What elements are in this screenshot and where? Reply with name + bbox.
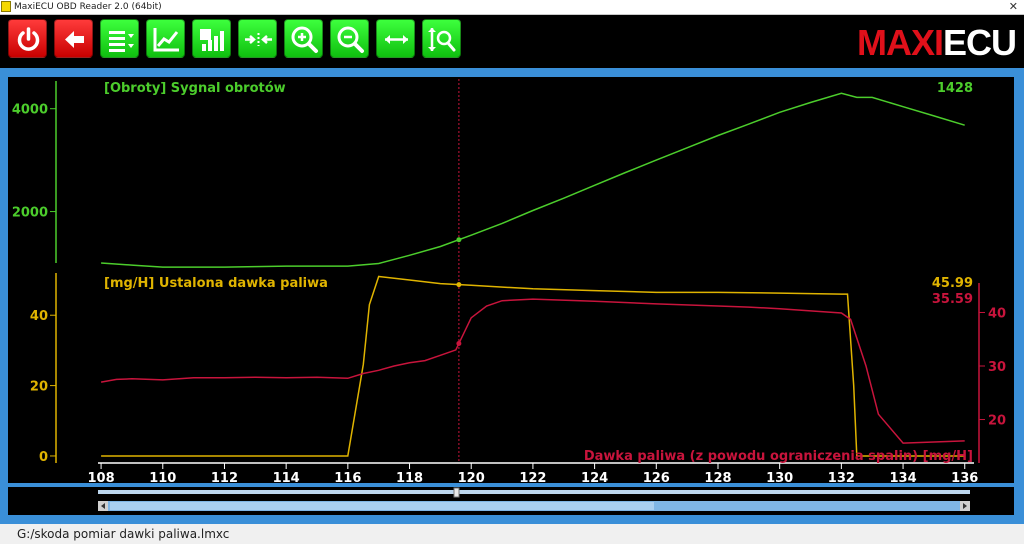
line-chart-button[interactable] <box>146 19 185 58</box>
fuel-set-series-line <box>101 275 965 457</box>
window-title: MaxiECU OBD Reader 2.0 (64bit) <box>14 2 162 12</box>
fuel-limit-series-line <box>100 298 965 444</box>
timeline-scrollbar-thumb[interactable] <box>110 502 654 510</box>
fuel-set-current-value: 45.99 <box>932 276 973 291</box>
rpm-series-line <box>101 92 965 268</box>
bar-chart-icon <box>200 29 224 51</box>
compress-button[interactable] <box>238 19 277 58</box>
y-tick-label: 30 <box>988 360 1006 375</box>
close-icon[interactable]: ✕ <box>1009 0 1018 13</box>
x-tick-label: 108 <box>88 471 115 483</box>
x-tick-label: 120 <box>458 471 485 483</box>
fuel-limit-current-value: 35.59 <box>932 292 973 307</box>
zoom-out-icon <box>337 26 364 53</box>
app-icon <box>1 1 11 12</box>
y-tick-label: 20 <box>988 414 1006 429</box>
y-tick-label: 40 <box>30 309 48 324</box>
maxiecu-logo: MAXIECU <box>856 22 1017 63</box>
rpm-current-value: 1428 <box>937 81 973 96</box>
zoom-in-icon <box>291 26 318 53</box>
x-tick-label: 110 <box>149 471 176 483</box>
toolbar: MAXIECU <box>0 15 1024 68</box>
cursor-marker <box>456 282 462 288</box>
list-settings-icon <box>109 31 134 52</box>
y-tick-label: 0 <box>39 450 48 465</box>
x-tick-label: 136 <box>951 471 978 483</box>
compress-icon <box>245 33 272 46</box>
x-tick-label: 130 <box>766 471 793 483</box>
x-tick-label: 124 <box>581 471 608 483</box>
cursor-marker <box>456 341 462 347</box>
x-tick-label: 134 <box>889 471 916 483</box>
chart-svg[interactable]: 4000 2000 40 20 0 40 30 20 108 110 112 114 116 118 120… <box>8 77 1014 483</box>
back-arrow-icon <box>65 31 84 48</box>
fuel-set-series-title: [mg/H] Ustalona dawka paliwa <box>104 276 328 291</box>
rpm-series-title: [Obroty] Sygnal obrotów <box>104 81 286 96</box>
file-path: G:/skoda pomiar dawki paliwa.lmxc <box>17 527 230 541</box>
x-tick-label: 128 <box>704 471 731 483</box>
back-button[interactable] <box>54 19 93 58</box>
bar-chart-button[interactable] <box>192 19 231 58</box>
timeline-scroll-area <box>8 487 1014 515</box>
line-chart-icon <box>153 28 179 52</box>
power-icon <box>17 27 40 51</box>
x-tick-label: 112 <box>211 471 238 483</box>
x-tick-label: 114 <box>273 471 300 483</box>
position-slider-track[interactable] <box>98 490 970 494</box>
y-tick-label: 20 <box>30 380 48 395</box>
chart-panel: 4000 2000 40 20 0 40 30 20 108 110 112 114 116 118 120… <box>8 77 1014 483</box>
list-settings-button[interactable] <box>100 19 139 58</box>
x-tick-label: 118 <box>396 471 423 483</box>
y-tick-label: 2000 <box>12 206 48 221</box>
fuel-limit-series-title: Dawka paliwa (z powodu ograniczenia spal… <box>584 449 973 464</box>
x-tick-label: 126 <box>643 471 670 483</box>
y-tick-label: 4000 <box>12 103 48 118</box>
status-bar: G:/skoda pomiar dawki paliwa.lmxc <box>0 524 1024 544</box>
zoom-in-button[interactable] <box>284 19 323 58</box>
expand-horizontal-icon <box>385 35 408 44</box>
position-slider-thumb[interactable] <box>453 487 460 498</box>
x-tick-label: 116 <box>334 471 361 483</box>
y-tick-label: 40 <box>988 306 1006 321</box>
x-tick-label: 122 <box>519 471 546 483</box>
x-tick-label: 132 <box>828 471 855 483</box>
zoom-out-button[interactable] <box>330 19 369 58</box>
zoom-fit-icon <box>428 28 456 52</box>
zoom-fit-button[interactable] <box>422 19 461 58</box>
power-button[interactable] <box>8 19 47 58</box>
expand-horizontal-button[interactable] <box>376 19 415 58</box>
title-bar: MaxiECU OBD Reader 2.0 (64bit) ✕ <box>0 0 1024 15</box>
cursor-marker <box>456 237 462 243</box>
